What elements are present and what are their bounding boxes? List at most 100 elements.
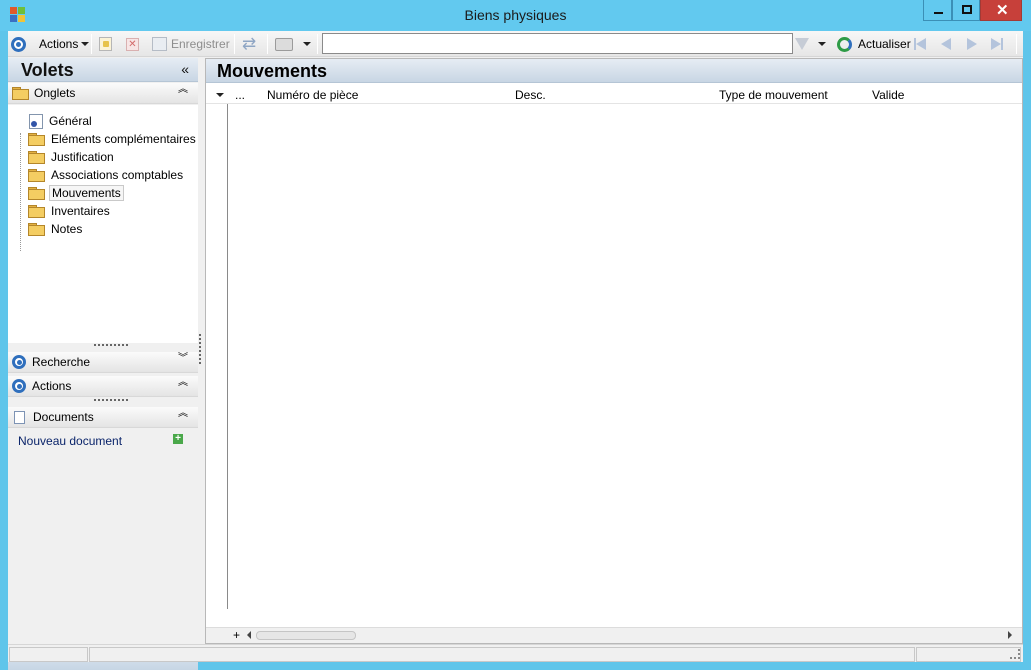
column-header-type-mouvement[interactable]: Type de mouvement <box>719 88 828 102</box>
tree-item-label: Mouvements <box>49 185 124 201</box>
tree-item-label: Général <box>49 114 92 128</box>
content-title: Mouvements <box>206 59 1022 83</box>
tree-item-label: Eléments complémentaires <box>51 132 196 146</box>
scroll-left-icon[interactable] <box>247 631 251 639</box>
grid-row-selector-column <box>206 104 228 609</box>
actions-menu-button[interactable]: Actions <box>39 35 90 53</box>
save-button[interactable]: Enregistrer <box>152 35 230 53</box>
delete-button[interactable]: ✕ <box>126 35 139 53</box>
refresh-button[interactable]: Actualiser <box>837 35 911 53</box>
actions-section-header[interactable]: Actions ︽ <box>8 376 198 397</box>
document-gear-icon <box>29 113 43 129</box>
tabs-tree: Général Eléments complémentaires Justifi… <box>8 105 198 343</box>
add-icon[interactable]: + <box>173 434 183 444</box>
folder-icon <box>28 151 45 164</box>
toolbar: Actions ✕ Enregistrer ⇄ Actualiser <box>8 31 1023 57</box>
folder-icon <box>12 87 29 100</box>
save-label: Enregistrer <box>171 37 230 51</box>
tree-item-elements-complementaires[interactable]: Eléments complémentaires <box>28 130 198 148</box>
chevron-up-icon: ︽ <box>178 408 188 419</box>
window-client: Actions ✕ Enregistrer ⇄ Actualiser Volet… <box>8 31 1023 670</box>
tree-item-justification[interactable]: Justification <box>28 148 116 166</box>
chevron-down-icon <box>303 42 311 46</box>
sync-icon: ⇄ <box>242 34 257 53</box>
new-document-link[interactable]: Nouveau document <box>18 434 122 448</box>
actions-menu-label: Actions <box>39 37 79 51</box>
next-icon <box>967 38 977 50</box>
resize-grip-icon[interactable] <box>1010 649 1020 659</box>
previous-icon <box>941 38 951 50</box>
tree-item-mouvements[interactable]: Mouvements <box>28 184 124 202</box>
tabs-section-label: Onglets <box>34 86 76 100</box>
last-icon <box>991 38 1001 50</box>
chevron-down-icon <box>81 42 90 46</box>
documents-section-label: Documents <box>33 410 94 424</box>
close-icon: ✕ <box>996 2 1009 19</box>
title-bar: Biens physiques ✕ <box>0 0 1031 31</box>
save-icon <box>152 37 167 51</box>
horizontal-scrollbar[interactable]: + <box>206 627 1022 643</box>
collapse-pane-icon[interactable]: « <box>181 61 189 77</box>
tree-item-inventaires[interactable]: Inventaires <box>28 202 112 220</box>
documents-section-header[interactable]: Documents ︽ <box>8 407 198 428</box>
actions-logo-icon[interactable] <box>11 35 26 53</box>
sync-button[interactable]: ⇄ <box>242 35 256 53</box>
documents-panel: Nouveau document + <box>8 429 198 648</box>
refresh-label: Actualiser <box>858 37 911 51</box>
first-record-button[interactable] <box>914 35 926 53</box>
documents-icon <box>14 410 25 424</box>
tree-item-general[interactable]: Général <box>28 112 94 130</box>
left-pane: Volets « Onglets ︽ Général Eléments comp… <box>8 58 198 670</box>
search-section-icon <box>12 355 26 369</box>
tree-item-notes[interactable]: Notes <box>28 220 84 238</box>
printer-icon <box>275 37 293 51</box>
status-bar <box>8 644 1023 662</box>
main-content: Mouvements ... Numéro de pièce Desc. Typ… <box>205 58 1023 644</box>
status-cell <box>9 647 88 662</box>
folder-icon <box>28 169 45 182</box>
column-header-numero-piece[interactable]: Numéro de pièce <box>267 88 358 102</box>
vertical-splitter[interactable] <box>199 334 202 364</box>
filter-button[interactable] <box>795 35 826 53</box>
previous-record-button[interactable] <box>941 35 951 53</box>
search-section-label: Recherche <box>32 355 91 369</box>
close-button[interactable]: ✕ <box>980 0 1022 21</box>
status-cell <box>89 647 915 662</box>
window-title: Biens physiques <box>464 7 567 23</box>
print-button[interactable] <box>275 35 311 53</box>
delete-icon: ✕ <box>126 37 139 51</box>
new-record-icon <box>99 37 112 51</box>
tabs-section-header[interactable]: Onglets ︽ <box>8 83 198 104</box>
tree-item-label: Notes <box>51 222 83 236</box>
last-record-button[interactable] <box>991 35 1003 53</box>
pane-title: Volets « <box>8 58 198 82</box>
tree-item-label: Justification <box>51 150 114 164</box>
minimize-button[interactable] <box>923 0 952 21</box>
scroll-right-icon[interactable] <box>1008 631 1012 639</box>
tree-item-associations-comptables[interactable]: Associations comptables <box>28 166 185 184</box>
search-section-header[interactable]: Recherche ︾ <box>8 352 198 373</box>
search-input[interactable] <box>322 33 793 54</box>
chevron-down-icon <box>818 42 826 46</box>
new-record-button[interactable] <box>99 35 112 53</box>
column-header-valide[interactable]: Valide <box>872 88 904 102</box>
scroll-thumb[interactable] <box>256 631 356 640</box>
tree-item-label: Associations comptables <box>51 168 184 182</box>
next-record-button[interactable] <box>967 35 977 53</box>
folder-icon <box>28 223 45 236</box>
maximize-button[interactable] <box>952 0 980 21</box>
status-cell <box>916 647 1021 662</box>
splitter-grip[interactable] <box>94 344 128 347</box>
actions-section-label: Actions <box>32 379 72 393</box>
column-header-more[interactable]: ... <box>235 88 245 102</box>
folder-icon <box>28 205 45 218</box>
column-chooser-icon[interactable] <box>216 93 224 97</box>
filter-icon <box>795 38 809 50</box>
tree-item-label: Inventaires <box>51 204 110 218</box>
add-row-icon[interactable]: + <box>233 628 240 642</box>
column-header-desc[interactable]: Desc. <box>515 88 546 102</box>
folder-icon <box>28 133 45 146</box>
pane-title-label: Volets <box>21 60 74 80</box>
splitter-grip[interactable] <box>94 399 128 402</box>
grid-header: ... Numéro de pièce Desc. Type de mouvem… <box>206 86 1022 104</box>
